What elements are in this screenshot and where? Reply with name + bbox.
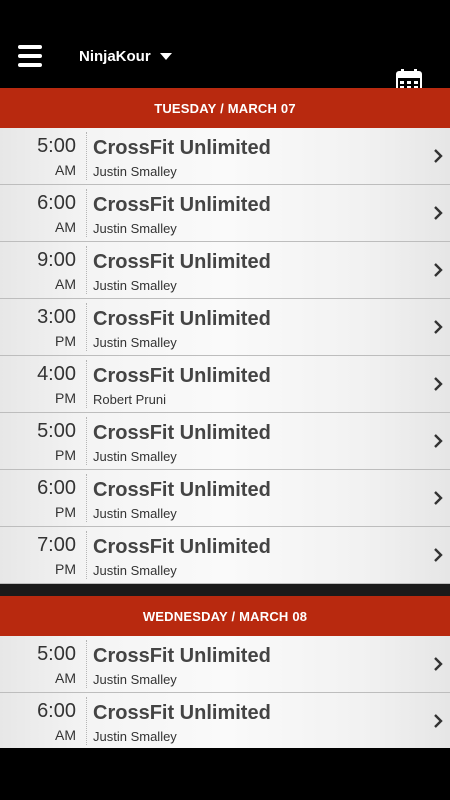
gym-name: NinjaKour — [79, 48, 151, 65]
day-header: TUESDAY / MARCH 07 — [0, 88, 450, 128]
coach-name: Justin Smalley — [93, 335, 177, 350]
day-classes: 5:00 AM CrossFit Unlimited Justin Smalley 6:… — [0, 128, 450, 584]
divider — [86, 697, 87, 745]
class-time: 5:00 PM — [0, 413, 76, 469]
class-time-hour: 6:00 — [37, 192, 76, 214]
divider — [86, 640, 87, 688]
class-time-hour: 5:00 — [37, 420, 76, 442]
class-time-period: PM — [55, 447, 76, 463]
day-header: WEDNESDAY / MARCH 08 — [0, 596, 450, 636]
class-row[interactable]: 5:00 AM CrossFit Unlimited Justin Smalley — [0, 636, 450, 693]
coach-name: Justin Smalley — [93, 278, 177, 293]
class-time-hour: 3:00 — [37, 306, 76, 328]
day-separator — [0, 584, 450, 596]
class-time: 7:00 PM — [0, 527, 76, 583]
navigation-bar — [0, 748, 450, 800]
class-row[interactable]: 6:00 AM CrossFit Unlimited Justin Smalley — [0, 185, 450, 242]
class-time-period: AM — [55, 219, 76, 235]
class-row[interactable]: 5:00 PM CrossFit Unlimited Justin Smalley — [0, 413, 450, 470]
coach-name: Justin Smalley — [93, 729, 177, 744]
chevron-right-icon — [433, 149, 443, 168]
chevron-right-icon — [433, 434, 443, 453]
class-time: 6:00 AM — [0, 693, 76, 749]
class-time: 9:00 AM — [0, 242, 76, 298]
divider — [86, 360, 87, 408]
class-title: CrossFit Unlimited — [93, 422, 271, 444]
class-time-period: AM — [55, 162, 76, 178]
chevron-right-icon — [433, 657, 443, 676]
chevron-right-icon — [433, 320, 443, 339]
class-title: CrossFit Unlimited — [93, 702, 271, 724]
class-time-period: AM — [55, 670, 76, 686]
chevron-right-icon — [433, 714, 443, 733]
class-time: 5:00 AM — [0, 636, 76, 692]
class-row[interactable]: 3:00 PM CrossFit Unlimited Justin Smalley — [0, 299, 450, 356]
chevron-right-icon — [433, 377, 443, 396]
class-time-period: PM — [55, 333, 76, 349]
class-time: 6:00 AM — [0, 185, 76, 241]
divider — [86, 246, 87, 294]
class-time-hour: 6:00 — [37, 700, 76, 722]
chevron-down-icon — [159, 53, 172, 60]
class-time-period: AM — [55, 727, 76, 743]
class-title: CrossFit Unlimited — [93, 365, 271, 387]
class-time: 3:00 PM — [0, 299, 76, 355]
coach-name: Justin Smalley — [93, 563, 177, 578]
divider — [86, 474, 87, 522]
class-row[interactable]: 6:00 PM CrossFit Unlimited Justin Smalley — [0, 470, 450, 527]
divider — [86, 531, 87, 579]
chevron-right-icon — [433, 206, 443, 225]
class-title: CrossFit Unlimited — [93, 194, 271, 216]
app-header: NinjaKour — [0, 26, 450, 97]
schedule-list: TUESDAY / MARCH 07 5:00 AM CrossFit Unlimi… — [0, 88, 450, 750]
class-time-hour: 4:00 — [37, 363, 76, 385]
coach-name: Justin Smalley — [93, 221, 177, 236]
coach-name: Justin Smalley — [93, 164, 177, 179]
class-time-period: PM — [55, 561, 76, 577]
coach-name: Justin Smalley — [93, 672, 177, 687]
class-time-hour: 5:00 — [37, 643, 76, 665]
day-classes: 5:00 AM CrossFit Unlimited Justin Smalley 6:… — [0, 636, 450, 750]
class-row[interactable]: 7:00 PM CrossFit Unlimited Justin Smalley — [0, 527, 450, 584]
class-row[interactable]: 4:00 PM CrossFit Unlimited Robert Pruni — [0, 356, 450, 413]
class-row[interactable]: 5:00 AM CrossFit Unlimited Justin Smalley — [0, 128, 450, 185]
class-title: CrossFit Unlimited — [93, 251, 271, 273]
hamburger-menu-icon[interactable] — [18, 45, 42, 67]
coach-name: Justin Smalley — [93, 506, 177, 521]
class-time: 6:00 PM — [0, 470, 76, 526]
divider — [86, 417, 87, 465]
class-title: CrossFit Unlimited — [93, 308, 271, 330]
divider — [86, 132, 87, 180]
class-time: 5:00 AM — [0, 128, 76, 184]
class-title: CrossFit Unlimited — [93, 479, 271, 501]
class-time-hour: 6:00 — [37, 477, 76, 499]
class-time-period: AM — [55, 276, 76, 292]
status-bar — [0, 0, 450, 26]
chevron-right-icon — [433, 548, 443, 567]
divider — [86, 189, 87, 237]
chevron-right-icon — [433, 491, 443, 510]
class-title: CrossFit Unlimited — [93, 137, 271, 159]
gym-selector[interactable]: NinjaKour — [79, 48, 172, 65]
class-time: 4:00 PM — [0, 356, 76, 412]
divider — [86, 303, 87, 351]
class-time-hour: 5:00 — [37, 135, 76, 157]
class-time-period: PM — [55, 390, 76, 406]
class-time-period: PM — [55, 504, 76, 520]
class-title: CrossFit Unlimited — [93, 536, 271, 558]
class-time-hour: 9:00 — [37, 249, 76, 271]
coach-name: Justin Smalley — [93, 449, 177, 464]
chevron-right-icon — [433, 263, 443, 282]
coach-name: Robert Pruni — [93, 392, 166, 407]
class-title: CrossFit Unlimited — [93, 645, 271, 667]
class-row[interactable]: 9:00 AM CrossFit Unlimited Justin Smalley — [0, 242, 450, 299]
class-row[interactable]: 6:00 AM CrossFit Unlimited Justin Smalley — [0, 693, 450, 750]
class-time-hour: 7:00 — [37, 534, 76, 556]
